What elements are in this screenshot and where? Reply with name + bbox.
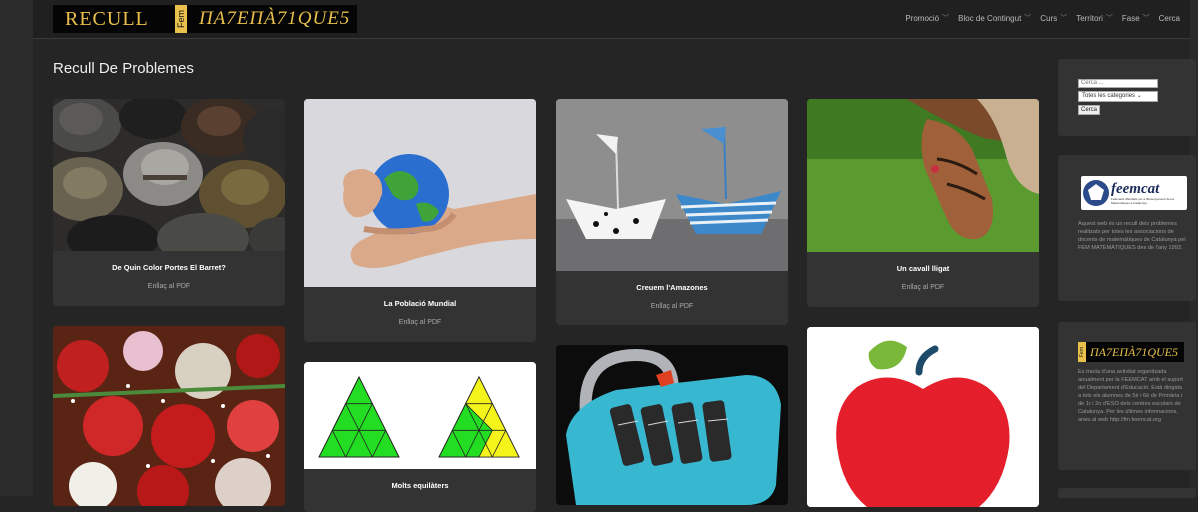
menu-item-cerca[interactable]: Cerca <box>1159 13 1180 23</box>
problem-card[interactable]: Un cavall lligat Enllaç al PDF <box>807 99 1039 307</box>
menu-label: Territori <box>1076 13 1103 23</box>
combination-padlock-photo[interactable] <box>556 345 788 505</box>
main-menu: Promoció ﹀ Bloc de Contingut ﹀ Curs ﹀ Terri… <box>905 13 1180 23</box>
feemcat-logo-subtitle: Federació d'Entitats per a l'Ensenyament… <box>1111 197 1175 205</box>
equilateral-triangles-figure[interactable] <box>304 362 536 469</box>
chevron-down-icon: ﹀ <box>1024 15 1032 22</box>
paper-boats-photo[interactable] <box>556 99 788 271</box>
problem-card[interactable]: La Població Mundial Enllaç al PDF <box>304 99 536 342</box>
chevron-down-icon: ﹀ <box>1105 15 1113 22</box>
fem-matematiques-logo[interactable]: Fem ΠΑ7ΕΠÀ71QUE5 <box>1078 342 1184 362</box>
category-select[interactable]: Totes les categories ⌄ <box>1078 91 1158 102</box>
red-apple-illustration[interactable] <box>807 327 1039 507</box>
menu-label: Promoció <box>905 13 940 23</box>
card-title[interactable]: La Població Mundial <box>304 299 536 308</box>
menu-label: Bloc de Contingut <box>958 13 1022 23</box>
sidebar-widget <box>1058 488 1196 498</box>
card-title[interactable]: De Quin Color Portes El Barret? <box>53 263 285 272</box>
search-button[interactable]: Cerca <box>1078 105 1101 115</box>
category-select-label: Totes les categories <box>1082 93 1136 99</box>
logo-fem-badge: Fem <box>175 5 187 33</box>
hats-photo[interactable] <box>53 99 285 251</box>
chevron-down-icon: ﹀ <box>1060 15 1068 22</box>
chevron-down-icon: ⌄ <box>1136 93 1142 99</box>
about-widget: feemcat Federació d'Entitats per a l'Ens… <box>1058 155 1196 301</box>
feemcat-emblem-icon <box>1083 180 1109 206</box>
problem-card[interactable] <box>53 326 285 506</box>
pdf-link[interactable]: Enllaç al PDF <box>304 319 536 326</box>
search-widget: Cerca ... Totes les categories ⌄ Cerca <box>1058 59 1196 136</box>
left-margin <box>0 0 33 496</box>
top-navbar: RECULL Fem ΠΑ7ΕΠÀ71QUE5 Promoció ﹀ Bloc d… <box>33 0 1190 39</box>
fem-logo-text: ΠΑ7ΕΠÀ71QUE5 <box>1090 344 1178 359</box>
problem-card[interactable] <box>556 345 788 505</box>
menu-label: Curs <box>1040 13 1058 23</box>
logo-matematiques-text: ΠΑ7ΕΠÀ71QUE5 <box>199 8 351 29</box>
problem-card[interactable]: Molts equilàters <box>304 362 536 512</box>
globe-stress-ball-photo[interactable] <box>304 99 536 287</box>
problem-card[interactable]: Creuem l'Amazones Enllaç al PDF <box>556 99 788 325</box>
menu-label: Cerca <box>1158 13 1180 23</box>
fem-logo-badge: Fem <box>1078 342 1086 362</box>
card-title[interactable]: Creuem l'Amazones <box>556 283 788 292</box>
menu-item-promocio[interactable]: Promoció ﹀ <box>905 13 949 23</box>
card-title[interactable]: Un cavall lligat <box>807 264 1039 273</box>
pdf-link[interactable]: Enllaç al PDF <box>807 284 1039 291</box>
card-title[interactable]: Molts equilàters <box>304 481 536 490</box>
about-text: Aquest web és un recull dels problemes r… <box>1078 221 1186 251</box>
logo-recull-text: RECULL <box>65 7 149 30</box>
search-input[interactable]: Cerca ... <box>1078 79 1158 88</box>
menu-item-bloc-de-contingut[interactable]: Bloc de Contingut ﹀ <box>958 13 1031 23</box>
chevron-down-icon: ﹀ <box>1142 15 1150 22</box>
feemcat-logo-text: feemcat <box>1111 181 1160 197</box>
fem-info-widget: Fem ΠΑ7ΕΠÀ71QUE5 Es tracta d'una activit… <box>1058 322 1196 470</box>
flowers-photo[interactable] <box>53 326 285 506</box>
feemcat-logo[interactable]: feemcat Federació d'Entitats per a l'Ens… <box>1081 176 1187 210</box>
menu-item-territori[interactable]: Territori ﹀ <box>1076 13 1113 23</box>
menu-item-fase[interactable]: Fase ﹀ <box>1122 13 1150 23</box>
horse-photo[interactable] <box>807 99 1039 252</box>
site-logo[interactable]: RECULL Fem ΠΑ7ΕΠÀ71QUE5 <box>53 5 357 33</box>
pdf-link[interactable]: Enllaç al PDF <box>53 283 285 290</box>
menu-label: Fase <box>1121 13 1140 23</box>
chevron-down-icon: ﹀ <box>942 15 950 22</box>
fem-info-text: Es tracta d'una activitat organitzada an… <box>1078 369 1183 423</box>
pdf-link[interactable]: Enllaç al PDF <box>556 303 788 310</box>
problem-card[interactable]: De Quin Color Portes El Barret? Enllaç a… <box>53 99 285 306</box>
problem-card[interactable] <box>807 327 1039 507</box>
menu-item-curs[interactable]: Curs ﹀ <box>1040 13 1067 23</box>
page-title: Recull De Problemes <box>53 60 194 77</box>
